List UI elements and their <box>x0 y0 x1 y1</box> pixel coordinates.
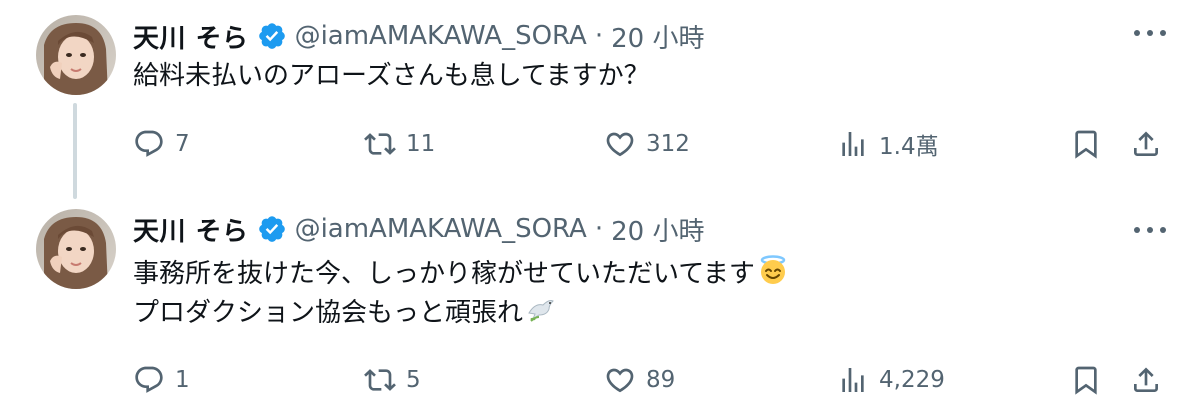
verified-badge-icon[interactable] <box>257 214 287 244</box>
bookmark-icon <box>1075 130 1097 159</box>
tweet-text-line: プロダクション協会もっと頑張れ <box>133 293 789 332</box>
avatar[interactable] <box>36 15 116 95</box>
like-button[interactable]: 89 <box>604 360 675 400</box>
timestamp[interactable]: 20 小時 <box>611 18 704 55</box>
share-button[interactable] <box>1130 124 1162 164</box>
bookmark-icon <box>1075 366 1097 395</box>
heart-icon <box>606 368 634 393</box>
tweet-actions: 7 11 312 1.4萬 <box>0 124 1196 164</box>
tweet-actions: 1 5 89 4,229 <box>0 360 1196 400</box>
verified-badge-icon[interactable] <box>257 21 287 51</box>
share-icon <box>1134 367 1158 392</box>
tweet[interactable]: 天川 そら @iamAMAKAWA_SORA · 20 小時 事務所を抜けた今、… <box>0 205 1196 416</box>
view-count: 4,229 <box>879 367 945 393</box>
reply-count: 7 <box>175 131 190 157</box>
dove-icon <box>528 300 554 322</box>
timestamp[interactable]: 20 小時 <box>611 211 704 248</box>
user-handle[interactable]: @iamAMAKAWA_SORA <box>295 21 587 51</box>
tweet-text: 事務所を抜けた今、しっかり稼がせていただいてます プロダクション協会もっと頑張れ <box>133 254 789 332</box>
views-button[interactable]: 4,229 <box>837 360 945 400</box>
retweet-icon <box>364 133 396 155</box>
display-name[interactable]: 天川 そら <box>133 18 249 55</box>
reply-button[interactable]: 1 <box>133 360 190 400</box>
views-chart-icon <box>842 132 864 156</box>
reply-icon <box>135 130 163 157</box>
tweet[interactable]: 天川 そら @iamAMAKAWA_SORA · 20 小時 給料未払いのアロー… <box>0 0 1196 205</box>
like-button[interactable]: 312 <box>604 124 690 164</box>
tweet-text-line: 事務所を抜けた今、しっかり稼がせていただいてます <box>133 254 789 293</box>
share-icon <box>1134 131 1158 156</box>
share-button[interactable] <box>1130 360 1162 400</box>
retweet-button[interactable]: 5 <box>364 360 421 400</box>
tweet-text: 給料未払いのアローズさんも息してますか？ <box>133 58 650 95</box>
like-count: 89 <box>646 367 676 393</box>
retweet-count: 5 <box>406 367 421 393</box>
smiling-face-with-halo-icon <box>760 255 786 284</box>
user-handle[interactable]: @iamAMAKAWA_SORA <box>295 214 587 244</box>
tweet-text-segment: プロダクション協会もっと頑張れ <box>133 298 524 328</box>
reply-count: 1 <box>175 367 190 393</box>
more-options-icon[interactable] <box>1134 225 1166 235</box>
retweet-button[interactable]: 11 <box>364 124 435 164</box>
like-count: 312 <box>646 131 690 157</box>
tweet-text-line: 給料未払いのアローズさんも息してますか？ <box>133 61 650 91</box>
more-options-icon[interactable] <box>1134 28 1166 38</box>
retweet-icon <box>364 369 396 391</box>
separator-dot: · <box>594 214 604 244</box>
views-button[interactable]: 1.4萬 <box>837 124 939 164</box>
view-count: 1.4萬 <box>879 134 939 160</box>
bookmark-button[interactable] <box>1070 124 1102 164</box>
tweet-text-segment: 事務所を抜けた今、しっかり稼がせていただいてます <box>133 259 755 289</box>
retweet-count: 11 <box>406 131 436 157</box>
reply-button[interactable]: 7 <box>133 124 190 164</box>
reply-icon <box>135 366 163 393</box>
separator-dot: · <box>594 21 604 51</box>
display-name[interactable]: 天川 そら <box>133 211 249 248</box>
heart-icon <box>606 132 634 157</box>
bookmark-button[interactable] <box>1070 360 1102 400</box>
views-chart-icon <box>842 368 864 392</box>
avatar[interactable] <box>36 209 116 289</box>
